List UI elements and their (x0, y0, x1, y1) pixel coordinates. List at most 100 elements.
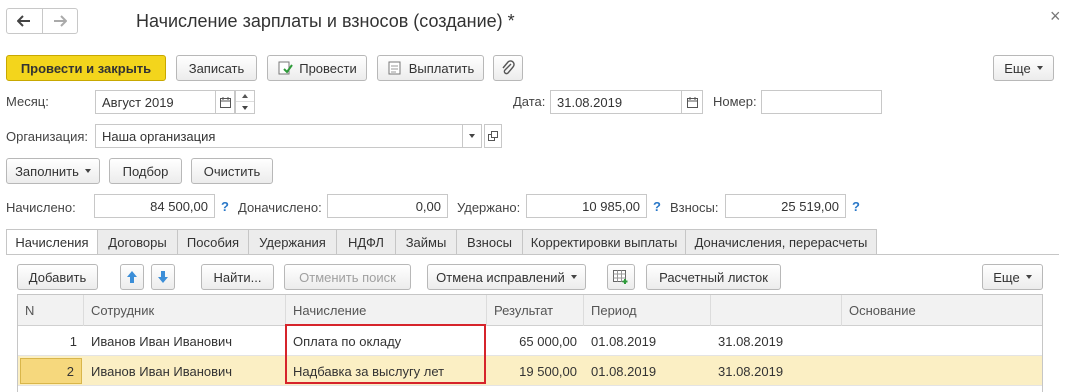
pay-button[interactable]: Выплатить (377, 55, 484, 81)
tab-benefits[interactable]: Пособия (178, 229, 249, 255)
clear-label: Очистить (203, 163, 261, 179)
tab-ndfl[interactable]: НДФЛ (337, 229, 396, 255)
column-header-period-end[interactable] (711, 295, 842, 326)
pay-icon (388, 61, 401, 75)
withheld-help-icon[interactable]: ? (653, 199, 661, 214)
post-button[interactable]: Провести (267, 55, 367, 81)
organization-open-button[interactable] (484, 124, 502, 148)
employee-cell[interactable]: Иванов Иван Иванович (84, 356, 286, 386)
accrued-help-icon[interactable]: ? (221, 199, 229, 214)
contributions-label: Взносы: (670, 200, 719, 215)
additional-label: Доначислено: (238, 200, 322, 215)
more-button[interactable]: Еще (993, 55, 1054, 81)
table-header: N Сотрудник Начисление Результат Период … (18, 295, 1042, 326)
period-end-cell[interactable]: 31.08.2019 (711, 326, 842, 356)
pay-label: Выплатить (408, 60, 475, 76)
post-and-close-button[interactable]: Провести и закрыть (6, 55, 166, 81)
accrual-highlight-frame (285, 324, 486, 384)
move-down-button[interactable] (151, 264, 175, 290)
row-number: 1 (69, 333, 77, 349)
select-button[interactable]: Подбор (109, 158, 182, 184)
payslip-label: Расчетный листок (659, 269, 768, 285)
find-button[interactable]: Найти... (201, 264, 274, 290)
column-header-accrual[interactable]: Начисление (286, 295, 487, 326)
basis-cell[interactable] (842, 326, 1042, 356)
tab-panel-border (6, 254, 1059, 255)
table-row[interactable]: 1 Иванов Иван Иванович Оплата по окладу … (18, 326, 1042, 356)
contributions-help-icon[interactable]: ? (852, 199, 860, 214)
grid-more-label: Еще (993, 269, 1020, 285)
tab-recalculations[interactable]: Доначисления, перерасчеты (686, 229, 877, 255)
period-end-cell[interactable]: 31.08.2019 (711, 356, 842, 386)
column-header-employee[interactable]: Сотрудник (84, 295, 286, 326)
tab-contracts[interactable]: Договоры (98, 229, 178, 255)
tab-contributions[interactable]: Взносы (457, 229, 523, 255)
number-field[interactable] (761, 90, 882, 114)
date-label: Дата: (513, 94, 546, 109)
date-calendar-button[interactable] (681, 90, 703, 114)
column-header-basis[interactable]: Основание (842, 295, 1042, 326)
more-label: Еще (1004, 60, 1031, 76)
month-stepper[interactable] (235, 90, 255, 114)
organization-field[interactable]: Наша организация (95, 124, 463, 148)
nav-buttons (6, 8, 78, 34)
chevron-down-icon (469, 134, 475, 138)
chevron-down-icon (570, 275, 577, 279)
forward-button[interactable] (43, 9, 78, 33)
grid-settings-button[interactable] (607, 264, 635, 290)
add-button[interactable]: Добавить (17, 264, 98, 290)
date-field[interactable]: 31.08.2019 (550, 90, 682, 114)
additional-field: 0,00 (327, 194, 448, 218)
fill-button[interactable]: Заполнить (6, 158, 100, 184)
open-window-icon (488, 131, 498, 141)
tab-payment-corrections[interactable]: Корректировки выплаты (523, 229, 686, 255)
period-start-cell[interactable]: 01.08.2019 (584, 326, 711, 356)
cancel-corrections-button[interactable]: Отмена исправлений (427, 264, 586, 290)
month-calendar-button[interactable] (215, 90, 235, 114)
chevron-down-icon (84, 169, 91, 173)
grid-more-button[interactable]: Еще (982, 264, 1043, 290)
accrued-label: Начислено: (6, 200, 76, 215)
withheld-label: Удержано: (457, 200, 521, 215)
cancel-corrections-label: Отмена исправлений (436, 269, 565, 285)
calendar-icon (219, 96, 231, 108)
month-stepper-up[interactable] (236, 91, 254, 102)
employee-cell[interactable]: Иванов Иван Иванович (84, 326, 286, 356)
tab-deductions[interactable]: Удержания (249, 229, 337, 255)
result-cell[interactable]: 19 500,00 (487, 356, 584, 386)
post-icon (278, 61, 294, 75)
attach-button[interactable] (493, 55, 523, 81)
calendar-icon (686, 96, 698, 108)
select-label: Подбор (122, 163, 169, 179)
add-label: Добавить (28, 269, 87, 285)
cancel-search-button[interactable]: Отменить поиск (284, 264, 411, 290)
organization-dropdown-button[interactable] (462, 124, 482, 148)
tab-accruals[interactable]: Начисления (6, 229, 98, 255)
month-stepper-down[interactable] (236, 102, 254, 113)
save-button[interactable]: Записать (176, 55, 257, 81)
tab-loans[interactable]: Займы (396, 229, 457, 255)
payslip-button[interactable]: Расчетный листок (646, 264, 781, 290)
column-header-result[interactable]: Результат (487, 295, 584, 326)
result-cell[interactable]: 65 000,00 (487, 326, 584, 356)
period-start-cell[interactable]: 01.08.2019 (584, 356, 711, 386)
accrued-field: 84 500,00 (94, 194, 215, 218)
back-button[interactable] (7, 9, 43, 33)
month-field[interactable]: Август 2019 (95, 90, 216, 114)
column-header-period[interactable]: Период (584, 295, 711, 326)
table-row[interactable]: 2 Иванов Иван Иванович Надбавка за выслу… (18, 356, 1042, 386)
arrow-right-icon (53, 15, 67, 27)
organization-label: Организация: (6, 129, 89, 144)
close-icon[interactable]: × (1050, 6, 1061, 27)
clear-button[interactable]: Очистить (191, 158, 273, 184)
move-up-button[interactable] (120, 264, 144, 290)
table-plus-icon (613, 270, 628, 284)
row-number: 2 (20, 358, 82, 384)
column-header-n[interactable]: N (18, 295, 84, 326)
tab-bar: Начисления Договоры Пособия Удержания НД… (6, 229, 877, 255)
post-and-close-label: Провести и закрыть (20, 60, 152, 76)
basis-cell[interactable] (842, 356, 1042, 386)
chevron-down-icon (1025, 275, 1032, 279)
number-label: Номер: (713, 94, 757, 109)
arrow-up-icon (127, 271, 137, 283)
